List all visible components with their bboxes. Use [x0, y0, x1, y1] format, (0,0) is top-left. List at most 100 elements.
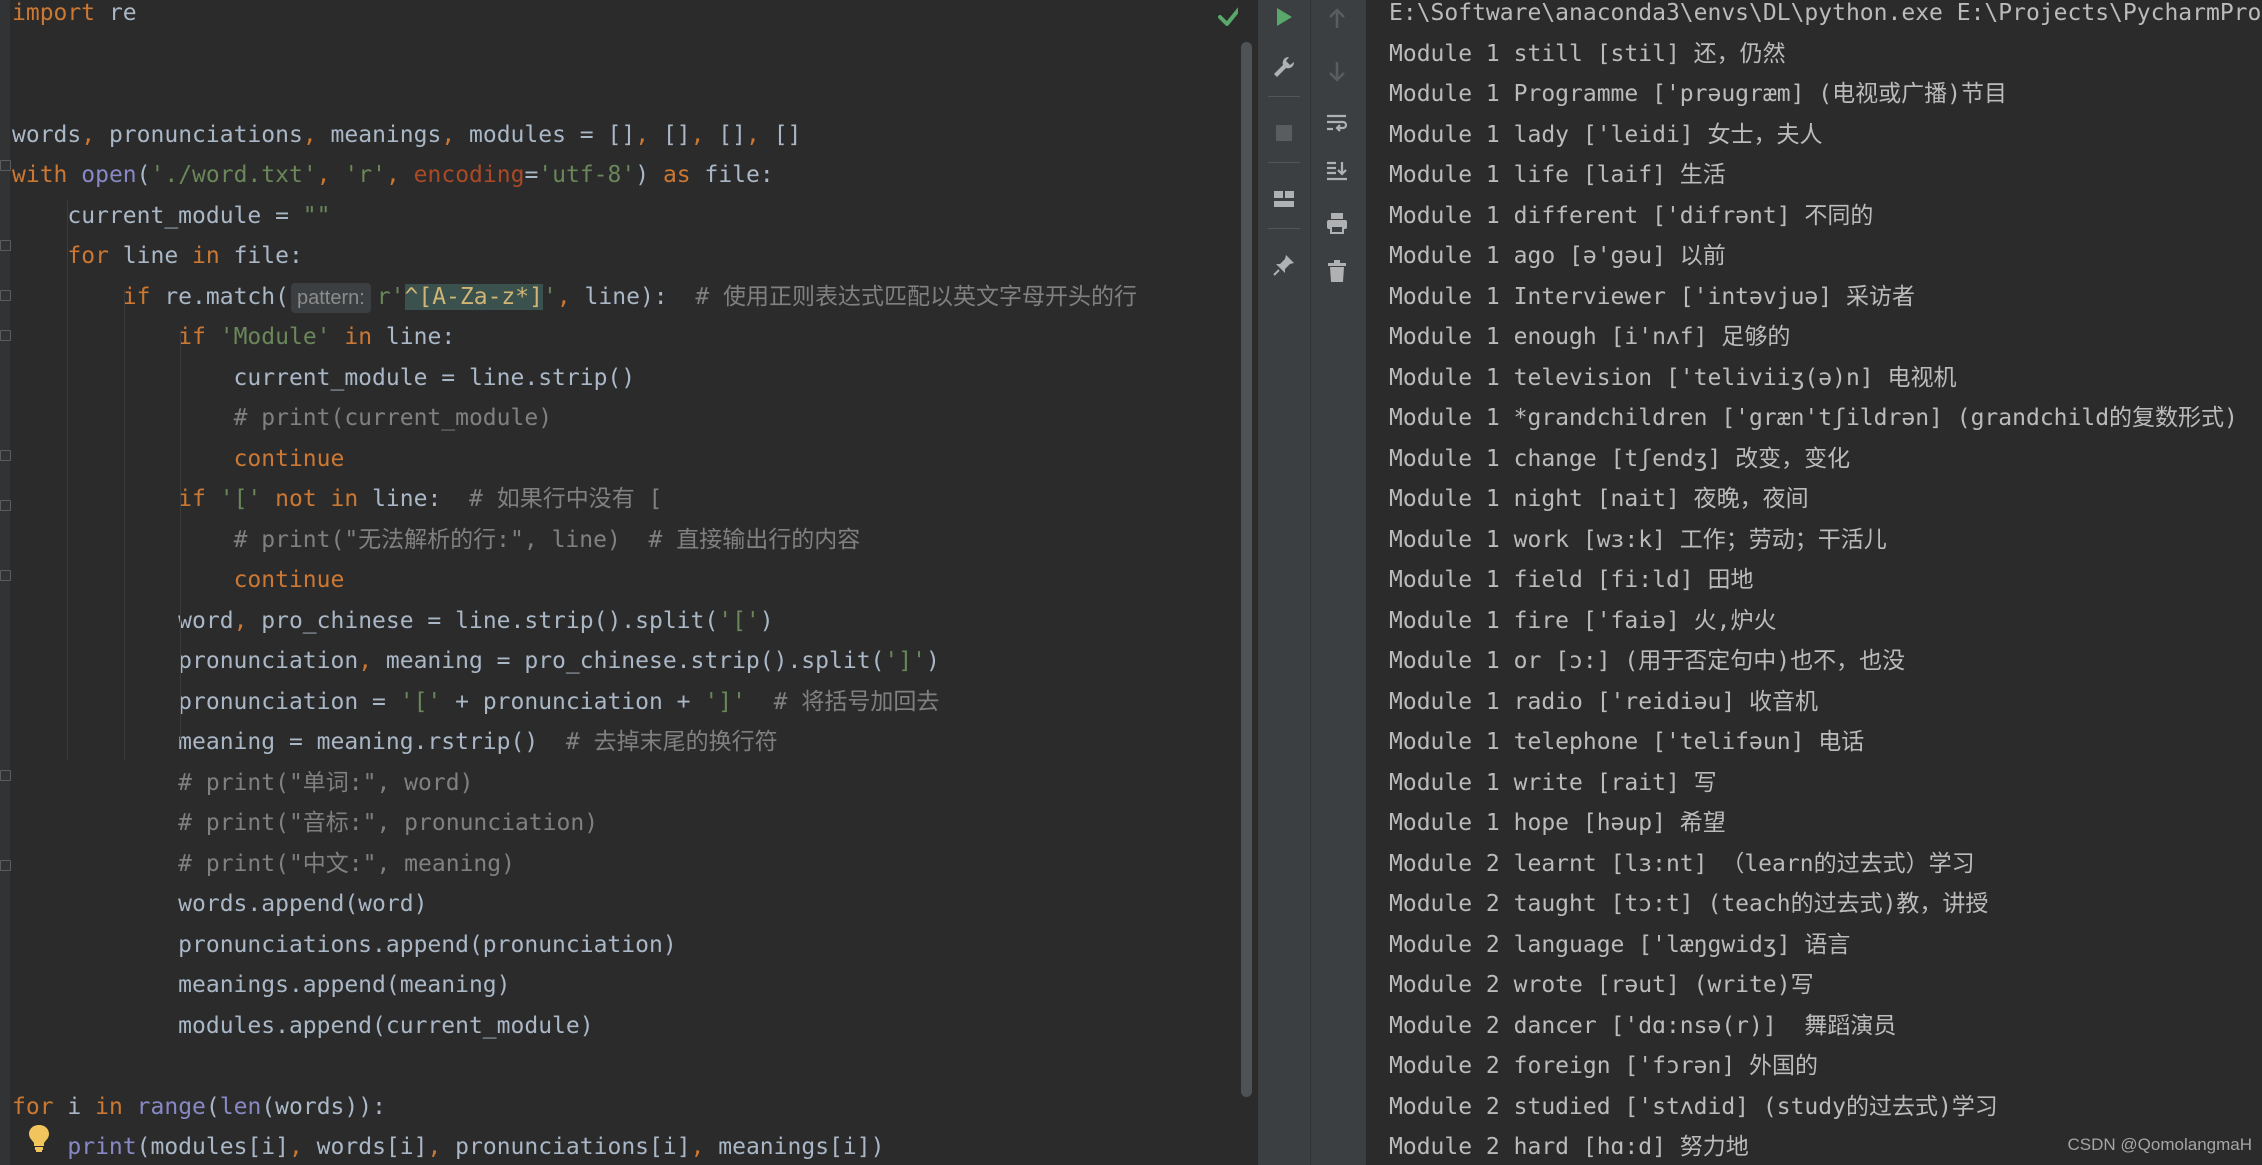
- code-token: pro_chinese = line.strip().split(: [247, 607, 719, 634]
- fold-marker[interactable]: [0, 160, 11, 171]
- code-line[interactable]: # print("单词:", word): [12, 763, 1137, 804]
- code-token: []: [649, 121, 691, 148]
- print-icon[interactable]: [1320, 206, 1354, 240]
- editor-scrollbar-thumb[interactable]: [1241, 42, 1252, 1097]
- code-token: "": [302, 202, 331, 229]
- code-token: []: [704, 121, 746, 148]
- fold-marker[interactable]: [0, 860, 11, 871]
- code-token: ,: [358, 648, 373, 674]
- code-token: ,: [288, 1134, 303, 1160]
- code-line[interactable]: # print("中文:", meaning): [12, 844, 1137, 885]
- console-line: Module 1 lady ['leidi] 女士，夫人: [1389, 121, 1823, 148]
- down-arrow-icon[interactable]: [1320, 54, 1354, 88]
- fold-marker[interactable]: [0, 450, 11, 461]
- scroll-to-end-icon[interactable]: [1320, 154, 1354, 188]
- code-token: len: [219, 1093, 262, 1120]
- editor-gutter[interactable]: [0, 0, 11, 1165]
- fold-marker[interactable]: [0, 290, 11, 301]
- code-token: # print(current_module): [233, 405, 553, 431]
- code-token: ,: [441, 121, 456, 148]
- layout-icon[interactable]: [1267, 182, 1301, 216]
- code-token: pronunciation =: [12, 688, 400, 715]
- code-token: 'Module': [219, 324, 331, 350]
- code-line[interactable]: words.append(word): [12, 884, 1137, 925]
- up-arrow-icon[interactable]: [1320, 2, 1354, 36]
- code-token: ^[A-Za-z*]: [404, 283, 543, 310]
- code-token: (: [136, 162, 151, 188]
- code-token: # print("单词:", word): [178, 769, 474, 796]
- code-editor[interactable]: import re words, pronunciations, meanings…: [0, 0, 1238, 1165]
- code-line[interactable]: [12, 1046, 1137, 1087]
- fold-marker[interactable]: [0, 570, 11, 581]
- fold-marker[interactable]: [0, 330, 11, 341]
- soft-wrap-icon[interactable]: [1320, 106, 1354, 140]
- code-line[interactable]: for line in file:: [12, 236, 1137, 277]
- console-line: Module 1 television ['teliviiʒ(ə)n] 电视机: [1389, 364, 1957, 391]
- code-token: word: [12, 607, 234, 634]
- code-line[interactable]: import re: [12, 0, 1137, 34]
- code-line[interactable]: modules.append(current_module): [12, 1006, 1137, 1047]
- run-console[interactable]: E:\Software\anaconda3\envs\DL\python.exe…: [1366, 0, 2262, 1165]
- code-token: for: [12, 1093, 54, 1120]
- lightbulb-icon[interactable]: [26, 1123, 52, 1153]
- console-line: Module 1 life [laif] 生活: [1389, 162, 1726, 188]
- code-token: i: [53, 1093, 96, 1120]
- console-line: Module 1 work [wɜ:k] 工作；劳动；干活儿: [1389, 526, 1887, 553]
- stop-icon[interactable]: [1267, 116, 1301, 150]
- code-line[interactable]: [12, 74, 1137, 115]
- code-line[interactable]: words, pronunciations, meanings, modules…: [12, 115, 1137, 156]
- code-line[interactable]: meanings.append(meaning): [12, 965, 1137, 1006]
- run-toolbar-right: [1310, 0, 1367, 1165]
- pin-icon[interactable]: [1267, 248, 1301, 282]
- code-line[interactable]: if re.match(pattern: r'^[A-Za-z*]', line)…: [12, 277, 1137, 318]
- code-token: line: [108, 243, 193, 269]
- console-line: Module 1 ago [ə'gəu] 以前: [1389, 243, 1726, 269]
- code-token: =: [524, 162, 539, 188]
- fold-marker[interactable]: [0, 770, 11, 781]
- code-line[interactable]: current_module = "": [12, 196, 1137, 237]
- fold-marker[interactable]: [0, 500, 11, 511]
- code-token: pronunciations: [95, 121, 303, 148]
- fold-marker[interactable]: [0, 240, 11, 251]
- console-line: Module 1 Programme ['prəugræm] (电视或广播)节目: [1389, 81, 2007, 107]
- run-icon[interactable]: [1267, 0, 1301, 34]
- code-line[interactable]: pronunciations.append(pronunciation): [12, 925, 1137, 966]
- trash-icon[interactable]: [1320, 254, 1354, 288]
- console-line: Module 1 or [ɔ:] (用于否定句中)也不，也没: [1389, 648, 1906, 674]
- code-token: ,: [690, 121, 705, 148]
- console-line: Module 2 dancer ['dɑ:nsə(r)] 舞蹈演员: [1389, 1012, 1897, 1039]
- code-token: ': [542, 283, 557, 310]
- console-line: Module 1 still [stil] 还，仍然: [1389, 40, 1786, 67]
- code-token: # 如果行中没有 [: [469, 486, 663, 512]
- console-output: E:\Software\anaconda3\envs\DL\python.exe…: [1389, 0, 2261, 1165]
- code-token: if: [122, 283, 151, 310]
- code-line[interactable]: # print("音标:", pronunciation): [12, 803, 1137, 844]
- code-line[interactable]: print(modules[i], words[i], pronunciatio…: [12, 1127, 1137, 1165]
- code-line[interactable]: for i in range(len(words)):: [12, 1087, 1137, 1128]
- code-token: ,: [385, 162, 400, 188]
- code-token: ']': [884, 648, 926, 674]
- code-token: modules.append(current_module): [12, 1012, 594, 1039]
- indent-guide: [124, 290, 125, 760]
- code-token: ,: [690, 1134, 705, 1160]
- wrench-icon[interactable]: [1267, 50, 1301, 84]
- code-token: # 将括号加回去: [773, 688, 940, 715]
- code-token: meanings[i]): [704, 1134, 885, 1160]
- code-token: + pronunciation +: [441, 688, 705, 715]
- code-token: encoding: [413, 162, 525, 188]
- code-token: words.append(word): [12, 891, 428, 917]
- code-line[interactable]: [12, 34, 1137, 75]
- run-toolbar-left: [1258, 0, 1310, 1165]
- console-line: Module 2 learnt [lɜ:nt] （learn的过去式）学习: [1389, 850, 1975, 877]
- code-token: ,: [746, 121, 760, 148]
- code-line[interactable]: with open('./word.txt', 'r', encoding='u…: [12, 155, 1137, 196]
